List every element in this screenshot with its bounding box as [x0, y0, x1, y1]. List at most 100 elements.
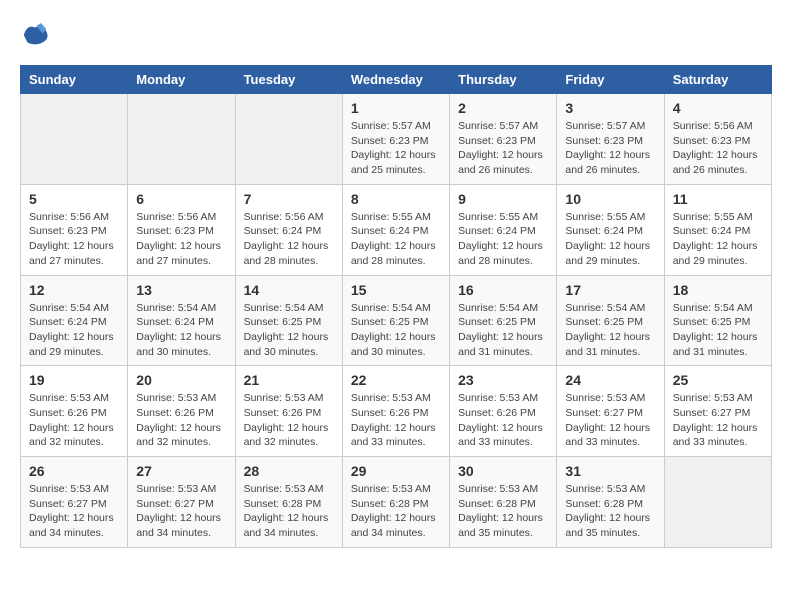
week-row-5: 26 Sunrise: 5:53 AM Sunset: 6:27 PM Dayli…	[21, 457, 772, 548]
calendar-cell: 10 Sunrise: 5:55 AM Sunset: 6:24 PM Dayli…	[557, 184, 664, 275]
day-number: 1	[351, 100, 441, 116]
day-info: Sunrise: 5:53 AM Sunset: 6:28 PM Dayligh…	[244, 482, 334, 541]
day-info: Sunrise: 5:56 AM Sunset: 6:23 PM Dayligh…	[673, 119, 763, 178]
day-info: Sunrise: 5:53 AM Sunset: 6:26 PM Dayligh…	[351, 391, 441, 450]
calendar-cell	[664, 457, 771, 548]
weekday-header-monday: Monday	[128, 66, 235, 94]
calendar-cell: 21 Sunrise: 5:53 AM Sunset: 6:26 PM Dayli…	[235, 366, 342, 457]
calendar-cell	[235, 94, 342, 185]
day-number: 24	[565, 372, 655, 388]
day-number: 17	[565, 282, 655, 298]
calendar-cell: 11 Sunrise: 5:55 AM Sunset: 6:24 PM Dayli…	[664, 184, 771, 275]
weekday-header-wednesday: Wednesday	[342, 66, 449, 94]
weekday-header-thursday: Thursday	[450, 66, 557, 94]
calendar-cell: 16 Sunrise: 5:54 AM Sunset: 6:25 PM Dayli…	[450, 275, 557, 366]
calendar-cell: 18 Sunrise: 5:54 AM Sunset: 6:25 PM Dayli…	[664, 275, 771, 366]
day-info: Sunrise: 5:53 AM Sunset: 6:28 PM Dayligh…	[565, 482, 655, 541]
calendar-cell: 30 Sunrise: 5:53 AM Sunset: 6:28 PM Dayli…	[450, 457, 557, 548]
day-number: 30	[458, 463, 548, 479]
day-number: 26	[29, 463, 119, 479]
day-info: Sunrise: 5:54 AM Sunset: 6:25 PM Dayligh…	[565, 301, 655, 360]
calendar-cell: 9 Sunrise: 5:55 AM Sunset: 6:24 PM Daylig…	[450, 184, 557, 275]
day-info: Sunrise: 5:53 AM Sunset: 6:27 PM Dayligh…	[673, 391, 763, 450]
day-number: 7	[244, 191, 334, 207]
day-number: 20	[136, 372, 226, 388]
day-number: 8	[351, 191, 441, 207]
day-number: 9	[458, 191, 548, 207]
day-number: 12	[29, 282, 119, 298]
day-number: 23	[458, 372, 548, 388]
day-number: 16	[458, 282, 548, 298]
day-info: Sunrise: 5:53 AM Sunset: 6:28 PM Dayligh…	[458, 482, 548, 541]
day-info: Sunrise: 5:53 AM Sunset: 6:27 PM Dayligh…	[29, 482, 119, 541]
day-number: 4	[673, 100, 763, 116]
page-header	[20, 20, 772, 50]
day-number: 31	[565, 463, 655, 479]
day-info: Sunrise: 5:56 AM Sunset: 6:24 PM Dayligh…	[244, 210, 334, 269]
calendar-cell: 2Sunrise: 5:57 AM Sunset: 6:23 PM Daylig…	[450, 94, 557, 185]
day-info: Sunrise: 5:56 AM Sunset: 6:23 PM Dayligh…	[136, 210, 226, 269]
calendar-cell: 15Sunrise: 5:54 AM Sunset: 6:25 PM Dayli…	[342, 275, 449, 366]
calendar-cell: 12 Sunrise: 5:54 AM Sunset: 6:24 PM Dayli…	[21, 275, 128, 366]
week-row-1: 1 Sunrise: 5:57 AM Sunset: 6:23 PM Daylig…	[21, 94, 772, 185]
day-info: Sunrise: 5:57 AM Sunset: 6:23 PM Dayligh…	[458, 119, 548, 178]
day-info: Sunrise: 5:53 AM Sunset: 6:26 PM Dayligh…	[29, 391, 119, 450]
calendar-cell: 7 Sunrise: 5:56 AM Sunset: 6:24 PM Daylig…	[235, 184, 342, 275]
day-number: 22	[351, 372, 441, 388]
day-number: 21	[244, 372, 334, 388]
day-info: Sunrise: 5:53 AM Sunset: 6:28 PM Dayligh…	[351, 482, 441, 541]
day-info: Sunrise: 5:53 AM Sunset: 6:26 PM Dayligh…	[244, 391, 334, 450]
calendar-cell: 20 Sunrise: 5:53 AM Sunset: 6:26 PM Dayli…	[128, 366, 235, 457]
day-number: 11	[673, 191, 763, 207]
day-info: Sunrise: 5:55 AM Sunset: 6:24 PM Dayligh…	[458, 210, 548, 269]
day-number: 18	[673, 282, 763, 298]
calendar-cell: 19 Sunrise: 5:53 AM Sunset: 6:26 PM Dayli…	[21, 366, 128, 457]
day-number: 6	[136, 191, 226, 207]
calendar-cell: 3Sunrise: 5:57 AM Sunset: 6:23 PM Daylig…	[557, 94, 664, 185]
day-number: 28	[244, 463, 334, 479]
weekday-header-sunday: Sunday	[21, 66, 128, 94]
day-info: Sunrise: 5:54 AM Sunset: 6:25 PM Dayligh…	[244, 301, 334, 360]
day-info: Sunrise: 5:55 AM Sunset: 6:24 PM Dayligh…	[673, 210, 763, 269]
calendar-cell: 28 Sunrise: 5:53 AM Sunset: 6:28 PM Dayli…	[235, 457, 342, 548]
weekday-header-saturday: Saturday	[664, 66, 771, 94]
day-info: Sunrise: 5:54 AM Sunset: 6:25 PM Dayligh…	[673, 301, 763, 360]
day-info: Sunrise: 5:54 AM Sunset: 6:25 PM Dayligh…	[458, 301, 548, 360]
day-info: Sunrise: 5:54 AM Sunset: 6:24 PM Dayligh…	[29, 301, 119, 360]
day-info: Sunrise: 5:57 AM Sunset: 6:23 PM Dayligh…	[565, 119, 655, 178]
day-info: Sunrise: 5:55 AM Sunset: 6:24 PM Dayligh…	[565, 210, 655, 269]
calendar-cell: 1 Sunrise: 5:57 AM Sunset: 6:23 PM Daylig…	[342, 94, 449, 185]
day-number: 10	[565, 191, 655, 207]
day-info: Sunrise: 5:53 AM Sunset: 6:27 PM Dayligh…	[565, 391, 655, 450]
day-info: Sunrise: 5:56 AM Sunset: 6:23 PM Dayligh…	[29, 210, 119, 269]
calendar-cell: 25 Sunrise: 5:53 AM Sunset: 6:27 PM Dayli…	[664, 366, 771, 457]
day-info: Sunrise: 5:53 AM Sunset: 6:26 PM Dayligh…	[136, 391, 226, 450]
calendar-cell: 13Sunrise: 5:54 AM Sunset: 6:24 PM Dayli…	[128, 275, 235, 366]
day-number: 25	[673, 372, 763, 388]
calendar-cell: 24 Sunrise: 5:53 AM Sunset: 6:27 PM Dayli…	[557, 366, 664, 457]
calendar-cell: 14Sunrise: 5:54 AM Sunset: 6:25 PM Dayli…	[235, 275, 342, 366]
calendar-cell: 29Sunrise: 5:53 AM Sunset: 6:28 PM Dayli…	[342, 457, 449, 548]
day-info: Sunrise: 5:53 AM Sunset: 6:26 PM Dayligh…	[458, 391, 548, 450]
day-info: Sunrise: 5:55 AM Sunset: 6:24 PM Dayligh…	[351, 210, 441, 269]
day-info: Sunrise: 5:53 AM Sunset: 6:27 PM Dayligh…	[136, 482, 226, 541]
day-number: 13	[136, 282, 226, 298]
calendar-cell: 22 Sunrise: 5:53 AM Sunset: 6:26 PM Dayli…	[342, 366, 449, 457]
calendar-cell: 4 Sunrise: 5:56 AM Sunset: 6:23 PM Daylig…	[664, 94, 771, 185]
calendar-cell: 5 Sunrise: 5:56 AM Sunset: 6:23 PM Daylig…	[21, 184, 128, 275]
calendar-table: SundayMondayTuesdayWednesdayThursdayFrid…	[20, 65, 772, 548]
calendar-cell: 26 Sunrise: 5:53 AM Sunset: 6:27 PM Dayli…	[21, 457, 128, 548]
day-info: Sunrise: 5:57 AM Sunset: 6:23 PM Dayligh…	[351, 119, 441, 178]
day-number: 19	[29, 372, 119, 388]
calendar-cell: 27Sunrise: 5:53 AM Sunset: 6:27 PM Dayli…	[128, 457, 235, 548]
calendar-cell	[21, 94, 128, 185]
day-number: 5	[29, 191, 119, 207]
logo	[20, 20, 53, 50]
calendar-cell: 6 Sunrise: 5:56 AM Sunset: 6:23 PM Daylig…	[128, 184, 235, 275]
calendar-cell: 17 Sunrise: 5:54 AM Sunset: 6:25 PM Dayli…	[557, 275, 664, 366]
calendar-cell: 8 Sunrise: 5:55 AM Sunset: 6:24 PM Daylig…	[342, 184, 449, 275]
calendar-cell	[128, 94, 235, 185]
day-info: Sunrise: 5:54 AM Sunset: 6:25 PM Dayligh…	[351, 301, 441, 360]
weekday-header-friday: Friday	[557, 66, 664, 94]
week-row-2: 5 Sunrise: 5:56 AM Sunset: 6:23 PM Daylig…	[21, 184, 772, 275]
